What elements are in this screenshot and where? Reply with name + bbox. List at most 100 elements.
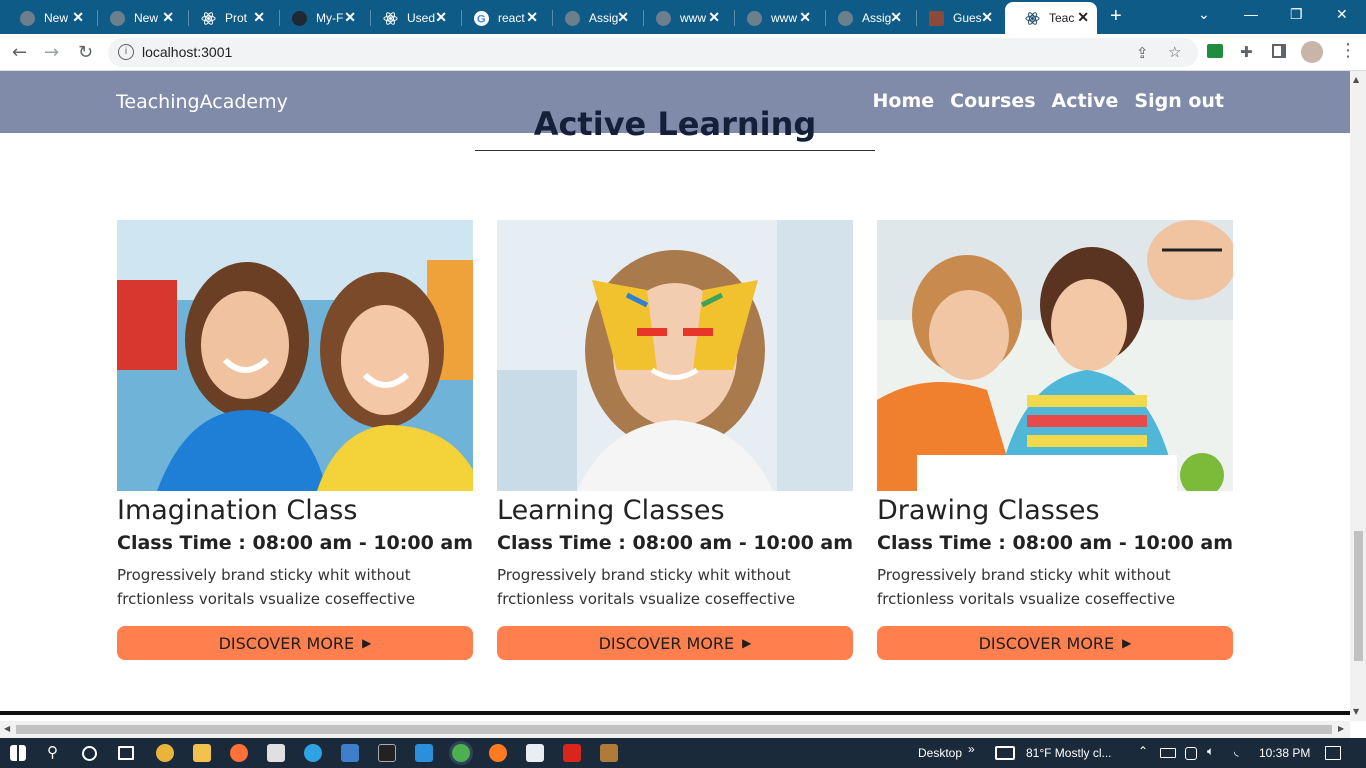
browser-tab[interactable]: My-F ✕ [272, 2, 364, 34]
tab-title: www [680, 11, 706, 25]
task-view-icon[interactable] [118, 746, 134, 760]
close-icon[interactable]: ✕ [72, 9, 84, 26]
browser-tab[interactable]: Used ✕ [363, 2, 455, 34]
desktop-toolbar-label[interactable]: Desktop [918, 746, 962, 760]
browser-tab[interactable]: Gues ✕ [909, 2, 1001, 34]
address-bar[interactable]: i localhost:3001 ⇪ ☆ [108, 38, 1198, 67]
horizontal-scrollbar[interactable]: ◀ ▶ [0, 721, 1350, 738]
close-icon[interactable]: ✕ [435, 9, 447, 26]
restore-icon[interactable]: ❐ [1290, 6, 1303, 23]
tray-chevron-icon[interactable]: ⌃ [1138, 744, 1148, 758]
close-icon[interactable]: ✕ [344, 9, 356, 26]
nav-signout[interactable]: Sign out [1134, 90, 1224, 112]
vscode-icon[interactable] [415, 744, 433, 762]
scroll-thumb[interactable] [1354, 531, 1363, 661]
new-tab-button[interactable]: + [1110, 5, 1122, 28]
discover-more-button[interactable]: DISCOVER MORE ▶ [117, 626, 473, 660]
clock-time[interactable]: 10:38 PM [1259, 746, 1310, 760]
volume-icon[interactable]: 🔈︎ [1207, 744, 1214, 759]
browser-tab[interactable]: Assig ✕ [545, 2, 637, 34]
tab-title: New [44, 11, 69, 25]
scroll-down-icon[interactable]: ▼ [1353, 707, 1359, 716]
battery-icon[interactable] [1160, 748, 1176, 758]
photos-icon[interactable] [526, 744, 544, 762]
weather-text[interactable]: 81°F Mostly cl... [1026, 746, 1111, 760]
button-label: DISCOVER MORE [218, 633, 355, 653]
extensions-puzzle-icon[interactable]: ✚ [1240, 43, 1253, 61]
bookmark-star-icon[interactable]: ☆ [1168, 43, 1181, 61]
postman-icon[interactable] [489, 744, 507, 762]
edge-icon[interactable] [304, 744, 322, 762]
globe-icon [747, 11, 762, 26]
close-icon[interactable]: ✕ [981, 9, 993, 26]
browser-tab[interactable]: Prot ✕ [181, 2, 273, 34]
chrome-canary-icon[interactable] [156, 744, 174, 762]
browser-tab[interactable]: G react ✕ [454, 2, 546, 34]
tab-search-icon[interactable]: ⌄ [1198, 6, 1210, 23]
minimize-icon[interactable]: — [1244, 6, 1258, 22]
windows-start-icon[interactable] [10, 745, 26, 761]
toolbar-overflow-icon[interactable]: » [968, 742, 975, 756]
title-underline [475, 150, 875, 151]
extension-icon[interactable] [1207, 44, 1223, 58]
discover-more-button[interactable]: DISCOVER MORE ▶ [497, 626, 853, 660]
close-icon[interactable]: ✕ [526, 9, 538, 26]
react-icon [201, 11, 216, 26]
discover-more-button[interactable]: DISCOVER MORE ▶ [877, 626, 1233, 660]
chrome-icon[interactable] [452, 744, 470, 762]
share-icon[interactable]: ⇪ [1136, 44, 1149, 62]
close-icon[interactable]: ✕ [1077, 9, 1089, 26]
browser-toolbar: ← → ↻ i localhost:3001 ⇪ ☆ ✚ ⋮ [0, 34, 1366, 71]
globe-icon [838, 11, 853, 26]
file-explorer-icon[interactable] [193, 744, 211, 762]
menu-kebab-icon[interactable]: ⋮ [1339, 40, 1357, 61]
browser-tab[interactable]: New ✕ [90, 2, 182, 34]
close-icon[interactable]: ✕ [162, 9, 174, 26]
scroll-up-icon[interactable]: ▲ [1353, 75, 1359, 84]
scroll-left-icon[interactable]: ◀ [4, 724, 10, 733]
site-info-icon[interactable]: i [118, 44, 134, 60]
cortana-icon[interactable] [82, 746, 97, 761]
browser-tab[interactable]: New ✕ [0, 2, 92, 34]
browser-tab-active[interactable]: Teac ✕ [1005, 2, 1097, 34]
back-icon[interactable]: ← [12, 42, 27, 63]
vertical-scrollbar[interactable]: ▲ ▼ [1350, 71, 1366, 721]
window-close-icon[interactable]: ✕ [1336, 6, 1348, 23]
notifications-icon[interactable] [1325, 746, 1341, 760]
course-image [497, 220, 853, 491]
app-icon[interactable] [600, 744, 618, 762]
app-icon[interactable] [341, 744, 359, 762]
close-icon[interactable]: ✕ [799, 9, 811, 26]
snipping-tool-icon[interactable] [267, 744, 285, 762]
close-icon[interactable]: ✕ [253, 9, 265, 26]
firefox-icon[interactable] [230, 744, 248, 762]
wifi-icon[interactable]: ◟ [1234, 744, 1239, 758]
scroll-thumb[interactable] [16, 725, 1332, 734]
nav-active[interactable]: Active [1052, 90, 1119, 112]
browser-tab[interactable]: www ✕ [727, 2, 819, 34]
globe-icon [656, 11, 671, 26]
close-icon[interactable]: ✕ [890, 9, 902, 26]
close-icon[interactable]: ✕ [617, 9, 629, 26]
caret-right-icon: ▶ [362, 636, 372, 650]
side-panel-icon[interactable] [1272, 44, 1286, 58]
nav-home[interactable]: Home [873, 90, 935, 112]
acrobat-icon[interactable] [563, 744, 581, 762]
url-text[interactable]: localhost:3001 [142, 44, 232, 60]
reload-icon[interactable]: ↻ [78, 42, 93, 63]
image-icon [929, 11, 944, 26]
forward-icon[interactable]: → [44, 42, 59, 63]
site-brand[interactable]: TeachingAcademy [116, 91, 288, 113]
scroll-right-icon[interactable]: ▶ [1338, 724, 1344, 733]
profile-avatar[interactable] [1301, 41, 1323, 63]
nav-courses[interactable]: Courses [950, 90, 1035, 112]
course-title: Drawing Classes [877, 495, 1100, 526]
browser-tab[interactable]: www ✕ [636, 2, 728, 34]
close-icon[interactable]: ✕ [708, 9, 720, 26]
weather-widget-icon[interactable] [995, 746, 1015, 760]
svg-text:G: G [477, 14, 486, 26]
onedrive-icon[interactable] [1185, 747, 1197, 760]
browser-tab[interactable]: Assig ✕ [818, 2, 910, 34]
terminal-icon[interactable] [378, 744, 396, 762]
search-icon[interactable]: ⚲ [47, 743, 58, 761]
